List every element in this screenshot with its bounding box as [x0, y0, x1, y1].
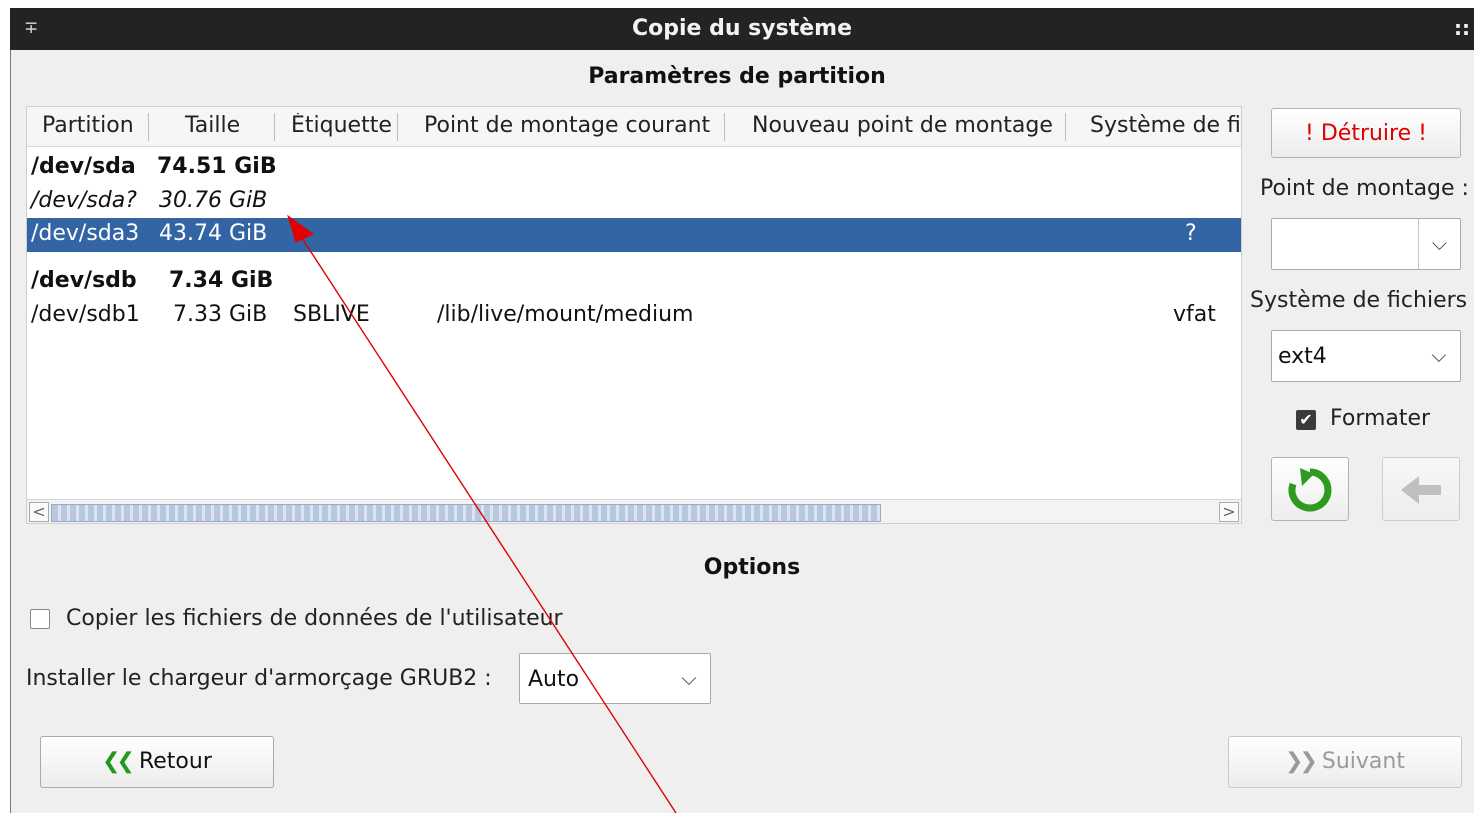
back-button[interactable]: ❮❮ Retour: [40, 736, 274, 788]
next-button[interactable]: ❯❯ Suivant: [1228, 736, 1462, 788]
horizontal-scrollbar[interactable]: < >: [27, 499, 1241, 523]
table-row[interactable]: /dev/sda 74.51 GiB: [27, 151, 1241, 185]
cell-size: 7.33 GiB: [173, 302, 268, 327]
column-header-partition[interactable]: Partition: [27, 113, 149, 141]
filesystem-select[interactable]: ext4 ⌵: [1271, 330, 1461, 382]
cell-size: 30.76 GiB: [159, 188, 268, 213]
cell-current-mount: /lib/live/mount/medium: [437, 302, 694, 327]
back-label: Retour: [138, 749, 212, 774]
format-label[interactable]: Formater: [1330, 406, 1430, 431]
scroll-right-icon[interactable]: >: [1219, 502, 1239, 522]
cell-partition: /dev/sda3: [31, 221, 140, 246]
scroll-left-icon[interactable]: <: [29, 502, 49, 522]
grub-value: Auto: [528, 667, 580, 692]
cell-size: 7.34 GiB: [169, 268, 274, 293]
double-chevron-left-icon: ❮❮: [102, 749, 135, 774]
column-header-current-mount[interactable]: Point de montage courant: [398, 113, 725, 141]
column-header-size[interactable]: Taille: [149, 113, 275, 141]
chevron-down-icon: ⌵: [681, 666, 697, 690]
grub-select[interactable]: Auto ⌵: [519, 653, 711, 704]
grub-label: Installer le chargeur d'armorçage GRUB2 …: [26, 666, 492, 691]
table-row-selected[interactable]: /dev/sda3 43.74 GiB ?: [27, 218, 1241, 252]
filesystem-value: ext4: [1278, 344, 1327, 369]
column-header-filesystem[interactable]: Système de fic: [1066, 113, 1241, 141]
options-title: Options: [703, 555, 801, 580]
cell-label: SBLIVE: [293, 302, 370, 327]
copy-user-data-label[interactable]: Copier les fichiers de données de l'util…: [66, 606, 563, 631]
double-chevron-right-icon: ❯❯: [1285, 749, 1318, 774]
cell-filesystem: vfat: [1173, 302, 1216, 327]
cell-size: 43.74 GiB: [159, 221, 268, 246]
back-arrow-button[interactable]: [1382, 457, 1460, 521]
chevron-down-icon: ⌵: [1431, 343, 1447, 367]
column-header-label[interactable]: Étiquette: [275, 113, 398, 141]
mount-point-label: Point de montage :: [1260, 176, 1469, 201]
window-menu-icon[interactable]: ::: [1454, 16, 1470, 40]
table-row[interactable]: /dev/sda? 30.76 GiB: [27, 185, 1241, 219]
cell-size: 74.51 GiB: [157, 154, 277, 179]
next-label: Suivant: [1321, 749, 1405, 774]
left-arrow-icon: [1401, 476, 1441, 504]
table-row[interactable]: /dev/sdb1 7.33 GiB SBLIVE /lib/live/moun…: [27, 299, 1241, 333]
cell-partition: /dev/sdb1: [31, 302, 140, 327]
title-bar: ∓ Copie du système ::: [10, 8, 1474, 50]
scrollbar-thumb[interactable]: [51, 504, 881, 522]
undo-button[interactable]: [1271, 457, 1349, 521]
partition-table[interactable]: Partition Taille Étiquette Point de mont…: [26, 106, 1242, 524]
mount-point-combobox[interactable]: ⌵: [1271, 218, 1461, 270]
copy-user-data-checkbox[interactable]: [30, 609, 50, 629]
refresh-icon: [1288, 468, 1332, 512]
chevron-down-icon[interactable]: ⌵: [1418, 219, 1460, 269]
window-title: Copie du système: [631, 16, 852, 41]
destroy-button[interactable]: ! Détruire !: [1271, 108, 1461, 158]
cell-partition: /dev/sdb: [31, 268, 137, 293]
filesystem-label: Système de fichiers: [1250, 288, 1468, 313]
cell-partition: /dev/sda?: [31, 188, 137, 213]
table-header: Partition Taille Étiquette Point de mont…: [27, 107, 1241, 147]
cell-filesystem: ?: [1185, 221, 1197, 246]
table-row[interactable]: /dev/sdb 7.34 GiB: [27, 265, 1241, 299]
format-checkbox[interactable]: ✔: [1296, 410, 1316, 430]
cell-partition: /dev/sda: [31, 154, 136, 179]
partition-section-title: Paramètres de partition: [588, 64, 886, 89]
column-header-new-mount[interactable]: Nouveau point de montage: [725, 113, 1066, 141]
